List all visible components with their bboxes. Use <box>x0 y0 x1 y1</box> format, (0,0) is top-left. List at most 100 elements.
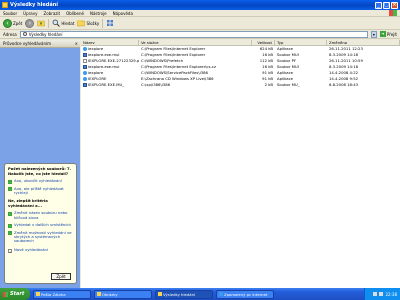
option-label: Nové vyhledávání <box>14 247 49 253</box>
results-list: Název Ve složce Velikost Typ Změněno iex… <box>81 40 400 288</box>
folders-button[interactable]: Složky <box>77 19 99 27</box>
results-rows: iexplore C:\Program Files\Internet Explor… <box>81 46 400 88</box>
menu-help[interactable]: Nápověda <box>113 11 133 16</box>
pf-file-icon <box>83 59 87 63</box>
address-value: Výsledky hledání <box>28 31 63 37</box>
option-hidden-files[interactable]: › Změnit možnosti vyhledání ve skrytých … <box>8 229 73 244</box>
folder-icon <box>97 292 101 296</box>
cell-type: Soubor MU_ <box>277 82 300 87</box>
close-pane-icon[interactable]: × <box>75 41 78 46</box>
start-button[interactable]: Start <box>0 288 30 300</box>
search-companion-header: Průvodce vyhledáváním × <box>0 40 80 48</box>
taskbar-item-mail-backup[interactable]: Pošta Záloha <box>33 289 91 299</box>
menu-view[interactable]: Zobrazit <box>43 11 60 16</box>
taskbar-item-search-results[interactable]: Výsledky hledání <box>155 289 213 299</box>
network-icon[interactable] <box>373 292 378 296</box>
search-icon <box>52 19 61 27</box>
back-pane-button[interactable]: Zpět <box>51 273 71 280</box>
volume-icon[interactable] <box>379 292 384 296</box>
window-title: Výsledky hledání <box>10 2 59 8</box>
folder-up-icon[interactable] <box>37 19 46 27</box>
search-label: Hledat <box>61 20 75 26</box>
file-icon <box>83 65 87 69</box>
task-label: Výsledky hledání <box>163 291 196 297</box>
taskbar: Start Pošta Záloha Obrázky Výsledky hled… <box>0 288 400 300</box>
address-input[interactable]: Výsledky hledání <box>19 30 368 38</box>
folders-label: Složky <box>86 20 100 26</box>
cell-name: IEXPLORE.EXE.MU_ <box>81 82 139 88</box>
table-row[interactable]: IEXPLORE.EXE.MU_ C:\xp\i386\i386 2 kB Soubo… <box>81 82 400 88</box>
file-icon <box>83 83 87 87</box>
file-icon <box>83 53 87 57</box>
menu-file[interactable]: Soubor <box>3 11 17 16</box>
menu-edit[interactable]: Úpravy <box>23 11 37 16</box>
option-label: Ano, ukončit vyhledávání <box>14 178 62 184</box>
option-search-faster[interactable]: › Ano, ale příště vyhledávat rychleji <box>8 185 73 196</box>
taskbar-item-internet[interactable]: Zpomalený pc Internet <box>216 289 274 299</box>
column-modified[interactable]: Změněno <box>327 40 400 45</box>
menu-favorites[interactable]: Oblíbené <box>66 11 84 16</box>
option-label: Změnit název souboru nebo klíčová slova <box>14 210 68 220</box>
views-icon[interactable] <box>106 19 114 27</box>
taskbar-item-pictures[interactable]: Obrázky <box>94 289 152 299</box>
close-button[interactable]: × <box>391 1 398 9</box>
menu-bar: Soubor Úpravy Zobrazit Oblíbené Nástroje… <box>0 10 400 17</box>
option-more-locations[interactable]: › Vyhledat v dalších umístěních <box>8 223 73 228</box>
system-tray: 22:38 <box>364 288 400 300</box>
column-size[interactable]: Velikost <box>252 40 275 45</box>
title-bar[interactable]: Výsledky hledání _ □ × <box>0 0 400 10</box>
back-button[interactable]: ‹ Zpět <box>3 18 23 28</box>
results-question: Počet nalezených souborů: 7. Nakolik jst… <box>8 166 72 176</box>
option-change-filename[interactable]: › Změnit název souboru nebo klíčová slov… <box>8 211 73 220</box>
clock[interactable]: 22:38 <box>385 292 397 297</box>
refine-question: Ne, zlepšit kritéria vyhledávání a... <box>8 198 48 208</box>
go-arrow-icon: ➜ <box>379 31 386 37</box>
search-button[interactable]: Hledat <box>52 19 74 27</box>
maximize-button[interactable]: □ <box>383 1 390 9</box>
forward-button[interactable]: › <box>25 18 35 28</box>
column-type[interactable]: Typ <box>275 40 327 45</box>
option-new-search[interactable]: + Nové vyhledávání <box>8 247 73 254</box>
arrow-icon: › <box>8 187 12 192</box>
cell-size: 2 kB <box>264 82 273 87</box>
search-results-bubble: Počet nalezených souborů: 7. Nakolik jst… <box>4 163 77 284</box>
ie-icon <box>219 292 223 296</box>
go-button[interactable]: ➜ Přejít <box>379 31 397 37</box>
arrow-icon: › <box>8 179 12 184</box>
go-label: Přejít <box>386 31 397 37</box>
column-name[interactable]: Název <box>81 40 139 45</box>
address-dropdown-button[interactable]: ▾ <box>370 30 377 38</box>
task-label: Pošta Záloha <box>41 291 66 297</box>
minimize-button[interactable]: _ <box>375 1 382 9</box>
folder-icon <box>36 292 40 296</box>
search-companion-title: Průvodce vyhledáváním <box>3 41 51 46</box>
arrow-icon: › <box>8 223 12 228</box>
menu-tools[interactable]: Nástroje <box>90 11 107 16</box>
back-label: Zpět <box>13 20 23 26</box>
ie-icon <box>83 77 87 81</box>
windows-flag-icon <box>3 291 8 297</box>
toolbar-separator <box>48 18 50 28</box>
address-label: Adresa <box>3 31 17 37</box>
new-search-icon: + <box>8 248 12 254</box>
folders-icon <box>77 20 86 27</box>
file-name: IEXPLORE.EXE.MU_ <box>88 82 125 87</box>
option-stop-search[interactable]: › Ano, ukončit vyhledávání <box>8 179 73 184</box>
task-label: Obrázky <box>102 291 118 297</box>
search-window-icon <box>2 2 8 8</box>
arrow-icon: › <box>8 231 12 236</box>
option-label: Vyhledat v dalších umístěních <box>14 222 71 228</box>
search-results-icon <box>22 32 27 36</box>
option-label: Změnit možnosti vyhledání ve skrytých a … <box>14 229 72 244</box>
address-bar: Adresa Výsledky hledání ▾ ➜ Přejít <box>0 30 400 39</box>
toolbar-separator <box>102 18 104 28</box>
search-window-icon <box>158 292 162 296</box>
toolbar: ‹ Zpět › Hledat Složky <box>0 17 400 30</box>
column-folder[interactable]: Ve složce <box>139 40 252 45</box>
back-arrow-icon: ‹ <box>3 18 12 28</box>
ie-icon <box>83 71 87 75</box>
windows-logo-icon <box>389 10 397 16</box>
ie-icon <box>83 47 87 51</box>
cell-folder: C:\xp\i386\i386 <box>141 82 171 87</box>
option-label: Ano, ale příště vyhledávat rychleji <box>14 185 64 195</box>
